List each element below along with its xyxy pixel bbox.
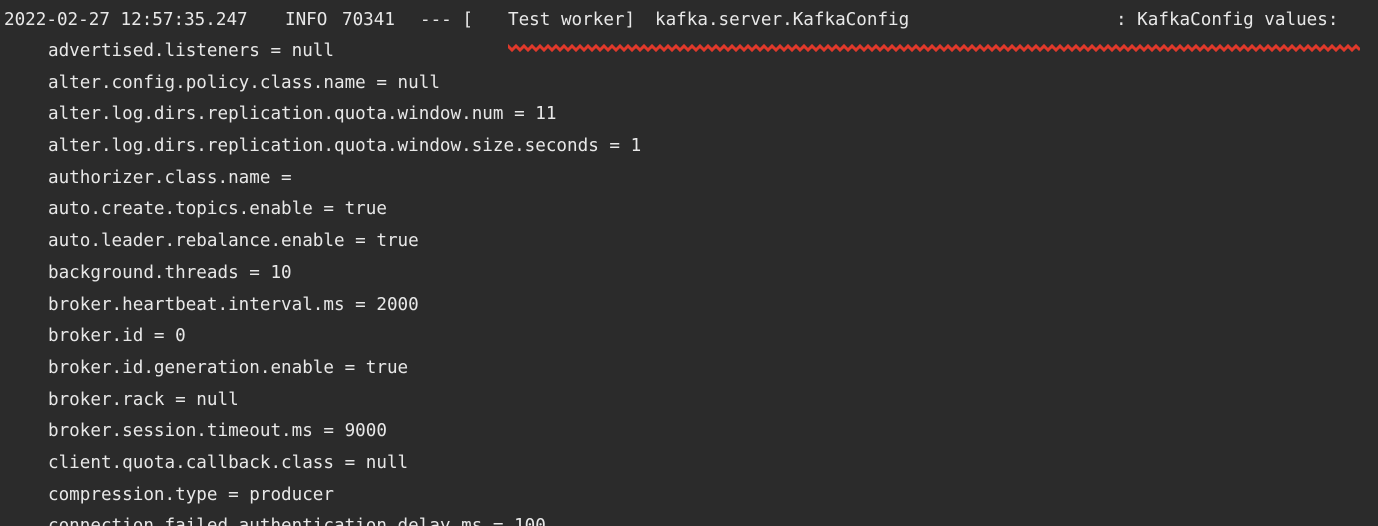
log-timestamp: 2022-02-27 12:57:35.247 bbox=[4, 10, 248, 30]
log-level: INFO bbox=[285, 10, 328, 30]
log-message: : KafkaConfig values: bbox=[1116, 10, 1339, 30]
log-pid: 70341 bbox=[342, 10, 395, 30]
log-thread: Test worker] bbox=[508, 10, 636, 30]
config-values-list: advertised.listeners = null alter.config.… bbox=[48, 36, 641, 526]
config-line: compression.type = producer bbox=[48, 484, 334, 505]
config-line: auto.leader.rebalance.enable = true bbox=[48, 231, 419, 252]
log-header-line: 2022-02-27 12:57:35.247 INFO 70341 --- [… bbox=[0, 4, 1378, 36]
config-line: background.threads = 10 bbox=[48, 262, 292, 283]
config-line: broker.heartbeat.interval.ms = 2000 bbox=[48, 294, 419, 315]
config-line: broker.rack = null bbox=[48, 389, 239, 410]
config-line: alter.config.policy.class.name = null bbox=[48, 72, 440, 93]
config-line: advertised.listeners = null bbox=[48, 41, 334, 61]
config-line: broker.id.generation.enable = true bbox=[48, 357, 409, 378]
console-output: 2022-02-27 12:57:35.247 INFO 70341 --- [… bbox=[0, 0, 1378, 526]
config-line: broker.id = 0 bbox=[48, 326, 186, 347]
config-line: connection.failed.authentication.delay.m… bbox=[48, 511, 641, 526]
config-line: alter.log.dirs.replication.quota.window.… bbox=[48, 136, 642, 157]
log-separator: --- [ bbox=[420, 10, 473, 30]
log-logger-name: kafka.server.KafkaConfig bbox=[655, 10, 910, 30]
config-line: alter.log.dirs.replication.quota.window.… bbox=[48, 104, 557, 125]
config-line: broker.session.timeout.ms = 9000 bbox=[48, 421, 387, 442]
config-line: auto.create.topics.enable = true bbox=[48, 199, 387, 220]
config-line: client.quota.callback.class = null bbox=[48, 452, 409, 473]
config-line: authorizer.class.name = bbox=[48, 167, 292, 188]
